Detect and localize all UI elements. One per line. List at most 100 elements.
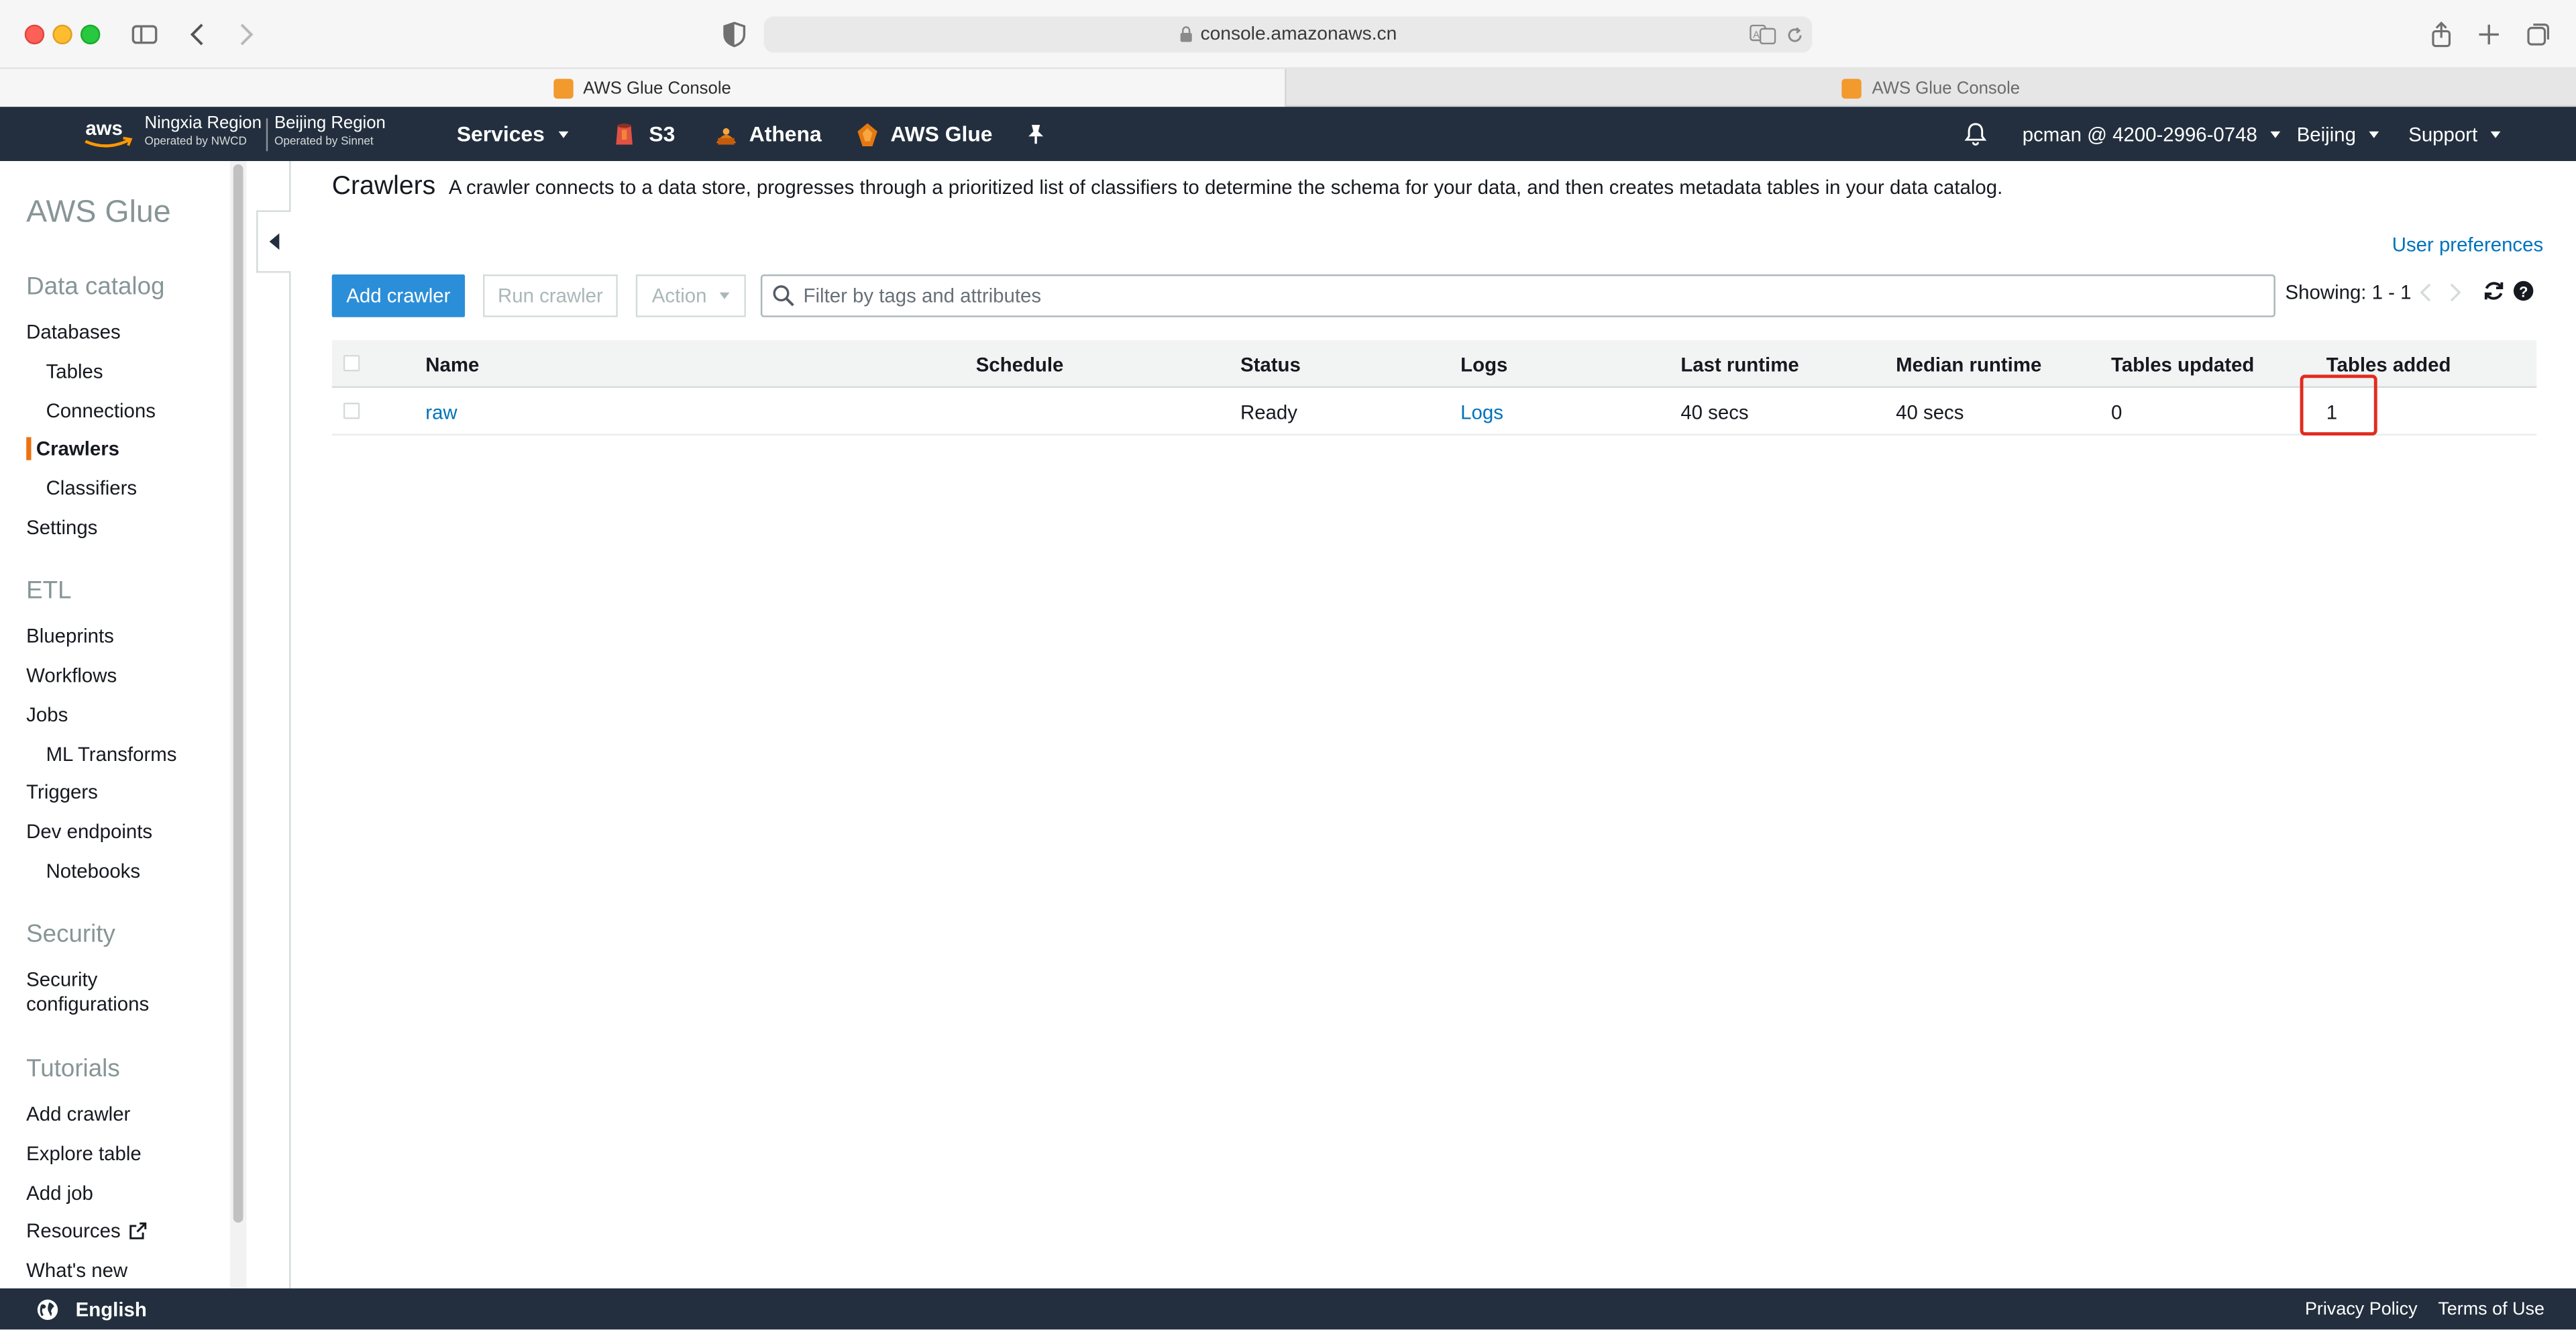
- aws-console-header: aws Ningxia Region Operated by NWCD Beij…: [0, 107, 2576, 162]
- sidebar-section-tutorials: Tutorials: [26, 1055, 120, 1083]
- s3-label: S3: [649, 121, 676, 146]
- lock-icon: [1179, 26, 1192, 42]
- zoom-window-button[interactable]: [80, 24, 101, 45]
- external-link-icon: [130, 1222, 148, 1239]
- column-header-last-runtime[interactable]: Last runtime: [1680, 340, 1799, 388]
- reload-icon[interactable]: [1786, 16, 1804, 52]
- sidebar-item-whats-new[interactable]: What's new: [26, 1259, 127, 1282]
- crawler-name-link[interactable]: raw: [425, 388, 457, 436]
- sidebar-item-classifiers[interactable]: Classifiers: [46, 476, 138, 499]
- add-crawler-button[interactable]: Add crawler: [331, 274, 466, 317]
- sidebar-section-etl: ETL: [26, 576, 72, 605]
- account-menu[interactable]: pcman @ 4200-2996-0748: [2023, 107, 2281, 161]
- table-row[interactable]: raw Ready Logs 40 secs 40 secs 0 1: [331, 387, 2537, 436]
- chevron-down-icon: [557, 130, 568, 138]
- collapse-sidebar-button[interactable]: [256, 210, 291, 273]
- sidebar-item-add-job[interactable]: Add job: [26, 1182, 93, 1205]
- column-header-tables-updated[interactable]: Tables updated: [2111, 340, 2254, 388]
- pin-icon: [1028, 125, 1044, 144]
- filter-input[interactable]: [803, 284, 2249, 307]
- sidebar-toggle-icon[interactable]: [129, 19, 159, 49]
- support-label: Support: [2408, 122, 2478, 146]
- sidebar-item-ml-transforms[interactable]: ML Transforms: [46, 743, 177, 766]
- row-checkbox[interactable]: [343, 403, 360, 419]
- share-icon[interactable]: [2426, 19, 2456, 49]
- services-menu[interactable]: Services: [457, 107, 568, 161]
- athena-shortcut[interactable]: Athena: [713, 107, 822, 161]
- back-icon[interactable]: [184, 19, 213, 49]
- sidebar-item-tables[interactable]: Tables: [46, 360, 103, 382]
- filter-input-container[interactable]: [760, 274, 2275, 317]
- help-icon[interactable]: ?: [2512, 279, 2535, 302]
- resources-label: Resources: [26, 1219, 121, 1243]
- column-header-name[interactable]: Name: [425, 340, 479, 388]
- crawlers-table: Name Schedule Status Logs Last runtime M…: [331, 340, 2537, 436]
- notifications-button[interactable]: [1964, 107, 1988, 161]
- chevron-down-icon: [720, 292, 730, 299]
- run-crawler-button[interactable]: Run crawler: [483, 274, 618, 317]
- region-menu[interactable]: Beijing: [2297, 107, 2379, 161]
- crawler-logs-link[interactable]: Logs: [1460, 388, 1503, 436]
- sidebar-item-triggers[interactable]: Triggers: [26, 780, 98, 803]
- new-tab-icon[interactable]: [2474, 19, 2504, 49]
- sidebar: AWS Glue Data catalog Databases Tables C…: [0, 161, 230, 1289]
- close-window-button[interactable]: [24, 24, 45, 45]
- sidebar-item-jobs[interactable]: Jobs: [26, 703, 68, 726]
- sidebar-item-settings[interactable]: Settings: [26, 516, 97, 539]
- s3-shortcut[interactable]: S3: [611, 107, 675, 161]
- aws-favicon-icon: [1842, 78, 1862, 98]
- beijing-region-label: Beijing Region Operated by Sinnet: [274, 115, 386, 147]
- table-header-row: Name Schedule Status Logs Last runtime M…: [331, 340, 2537, 388]
- crawler-status: Ready: [1240, 400, 1297, 423]
- sidebar-item-workflows[interactable]: Workflows: [26, 664, 117, 686]
- bell-icon: [1964, 123, 1987, 146]
- sidebar-item-databases[interactable]: Databases: [26, 321, 121, 344]
- previous-page-icon[interactable]: [2418, 283, 2434, 302]
- refresh-icon[interactable]: [2482, 279, 2505, 302]
- services-label: Services: [456, 121, 545, 146]
- column-header-logs[interactable]: Logs: [1460, 340, 1507, 388]
- tab-overview-icon[interactable]: [2524, 19, 2553, 49]
- column-header-schedule[interactable]: Schedule: [976, 340, 1064, 388]
- column-header-median-runtime[interactable]: Median runtime: [1896, 340, 2041, 388]
- next-page-icon[interactable]: [2447, 283, 2463, 302]
- sidebar-item-notebooks[interactable]: Notebooks: [46, 860, 141, 882]
- privacy-shield-icon[interactable]: [720, 19, 749, 49]
- sidebar-item-crawlers[interactable]: Crawlers: [36, 437, 119, 460]
- sidebar-item-resources[interactable]: Resources: [26, 1219, 148, 1242]
- support-menu[interactable]: Support: [2408, 107, 2501, 161]
- minimize-window-button[interactable]: [52, 24, 72, 45]
- sidebar-item-dev-endpoints[interactable]: Dev endpoints: [26, 820, 152, 843]
- terms-of-use-link[interactable]: Terms of Use: [2438, 1288, 2544, 1329]
- tab-aws-glue-console-2[interactable]: AWS Glue Console: [1287, 69, 2576, 107]
- translate-icon[interactable]: A: [1750, 16, 1776, 52]
- language-selector[interactable]: English: [36, 1288, 147, 1329]
- forward-icon[interactable]: [230, 19, 260, 49]
- tab-aws-glue-console-1[interactable]: AWS Glue Console: [0, 68, 1287, 107]
- sidebar-item-security-configurations[interactable]: Security: [26, 968, 97, 990]
- aws-glue-label: AWS Glue: [890, 121, 993, 146]
- sidebar-item-connections[interactable]: Connections: [46, 399, 156, 422]
- region-label: Beijing: [2296, 122, 2356, 146]
- address-bar[interactable]: console.amazonaws.cn A: [763, 16, 1813, 53]
- privacy-policy-link[interactable]: Privacy Policy: [2305, 1288, 2418, 1329]
- crawler-tables-updated: 0: [2110, 400, 2123, 423]
- aws-glue-shortcut[interactable]: AWS Glue: [854, 107, 993, 161]
- select-all-checkbox[interactable]: [343, 354, 360, 372]
- action-dropdown[interactable]: Action: [635, 274, 746, 317]
- svg-text:aws: aws: [85, 117, 123, 140]
- sidebar-item-add-crawler[interactable]: Add crawler: [26, 1103, 130, 1125]
- sidebar-item-explore-table[interactable]: Explore table: [26, 1142, 142, 1165]
- sidebar-section-data-catalog: Data catalog: [26, 272, 165, 301]
- sidebar-scrollbar-thumb[interactable]: [233, 164, 244, 1223]
- sidebar-title[interactable]: AWS Glue: [26, 195, 171, 232]
- user-preferences-link[interactable]: User preferences: [2392, 234, 2543, 256]
- aws-logo-icon[interactable]: aws: [82, 115, 138, 151]
- language-label: English: [75, 1297, 147, 1321]
- caret-left-icon: [269, 233, 280, 250]
- column-header-status[interactable]: Status: [1240, 340, 1301, 388]
- sidebar-item-security-configurations-line2[interactable]: configurations: [26, 992, 149, 1015]
- pin-button[interactable]: [1025, 107, 1046, 161]
- sidebar-item-blueprints[interactable]: Blueprints: [26, 625, 114, 648]
- search-icon: [773, 285, 794, 307]
